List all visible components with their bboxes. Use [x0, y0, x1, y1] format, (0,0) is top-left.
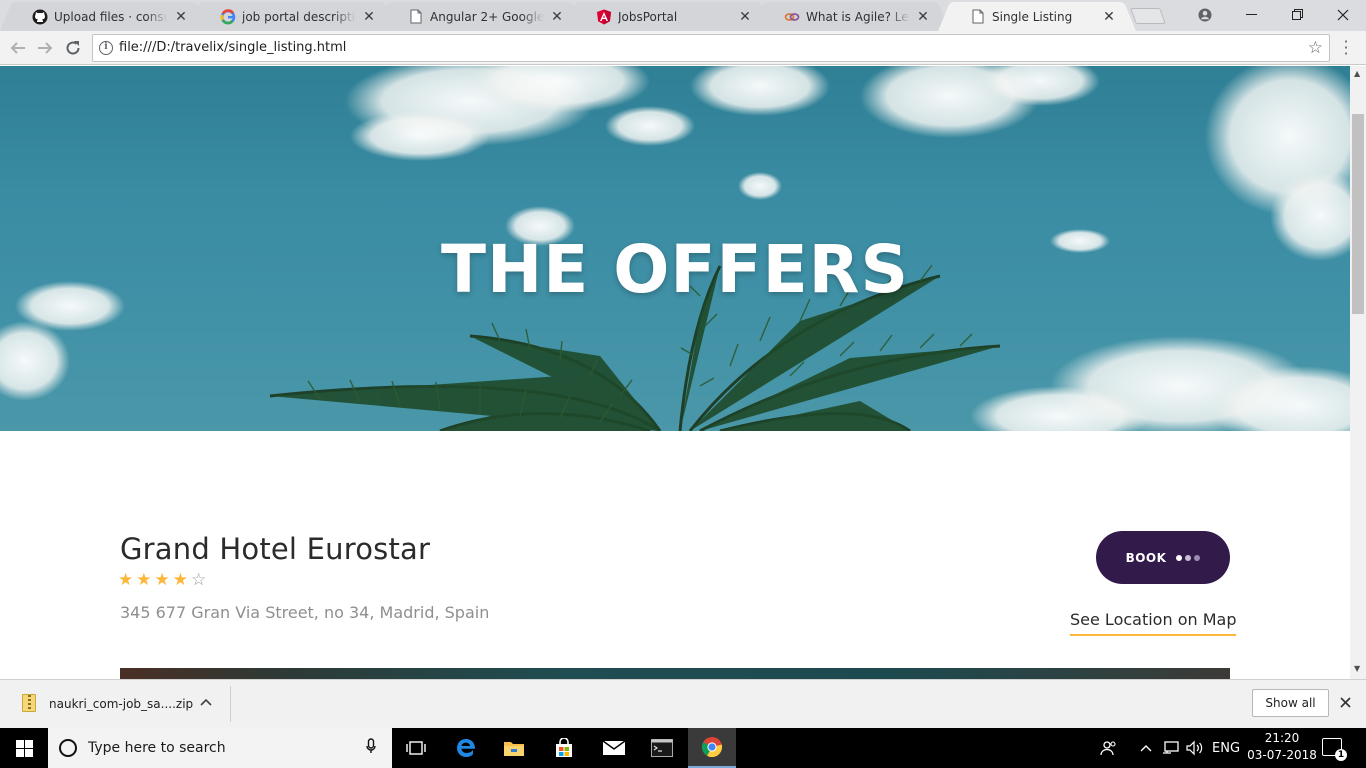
- chevron-up-icon[interactable]: [200, 694, 212, 710]
- hotel-name: Grand Hotel Eurostar: [120, 532, 431, 566]
- file-explorer-icon[interactable]: [490, 728, 538, 768]
- info-icon[interactable]: i: [99, 41, 113, 55]
- close-shelf-icon[interactable]: [1340, 693, 1351, 712]
- profile-icon[interactable]: [1182, 0, 1228, 29]
- show-all-button[interactable]: Show all: [1252, 689, 1329, 717]
- tab-close-icon[interactable]: ✕: [174, 9, 188, 25]
- angular-icon: [596, 9, 612, 25]
- google-icon: [220, 8, 236, 25]
- dots-icon: [1176, 554, 1201, 561]
- tab-strip: Upload files · consultant ✕ job portal d…: [0, 0, 1366, 31]
- link-icon: [784, 9, 800, 25]
- address-bar[interactable]: i file:///D:/travelix/single_listing.htm…: [92, 34, 1330, 62]
- search-placeholder: Type here to search: [88, 740, 226, 756]
- forward-arrow-icon[interactable]: [34, 37, 56, 59]
- tab-single-listing[interactable]: Single Listing ✕: [950, 2, 1124, 31]
- page-icon: [970, 9, 986, 25]
- language-indicator[interactable]: ENG: [1212, 728, 1240, 768]
- star-filled-icon: ★: [118, 570, 134, 590]
- tab-upload-files[interactable]: Upload files · consultant ✕: [12, 2, 196, 31]
- back-arrow-icon[interactable]: [7, 37, 29, 59]
- divider: [230, 686, 231, 722]
- hero-title: THE OFFERS: [440, 231, 910, 308]
- page-icon: [408, 9, 424, 25]
- notification-count: 1: [1335, 749, 1347, 761]
- tab-jobsportal[interactable]: JobsPortal ✕: [576, 2, 760, 31]
- people-icon[interactable]: [1100, 728, 1118, 768]
- volume-icon[interactable]: [1186, 728, 1204, 768]
- tab-title: JobsPortal: [618, 9, 678, 24]
- windows-start-icon[interactable]: [0, 728, 48, 768]
- bookmark-star-icon[interactable]: ☆: [1308, 38, 1323, 58]
- download-shelf: naukri_com-job_sa....zip Show all: [0, 679, 1366, 728]
- book-button[interactable]: BOOK: [1096, 531, 1230, 584]
- tab-agile[interactable]: What is Agile? Learn Ab ✕: [764, 2, 938, 31]
- page-viewport: THE OFFERS Grand Hotel Eurostar ★ ★ ★ ★ …: [0, 66, 1350, 679]
- scroll-up-icon[interactable]: ▲: [1354, 69, 1360, 78]
- tab-title: What is Agile? Learn Ab: [806, 9, 910, 24]
- download-file-name[interactable]: naukri_com-job_sa....zip: [49, 697, 193, 711]
- hotel-address: 345 677 Gran Via Street, no 34, Madrid, …: [120, 603, 490, 622]
- mail-icon[interactable]: [590, 728, 638, 768]
- clock-time: 21:20: [1264, 731, 1300, 745]
- cortana-icon[interactable]: [59, 739, 77, 757]
- tab-title: Upload files · consultant: [54, 9, 168, 24]
- tab-close-icon[interactable]: ✕: [738, 9, 752, 25]
- book-button-label: BOOK: [1125, 550, 1167, 565]
- reload-icon[interactable]: [62, 37, 84, 59]
- page-scrollbar[interactable]: ▲ ▼: [1350, 66, 1366, 679]
- microphone-icon[interactable]: [366, 738, 376, 758]
- tab-title: job portal description -: [242, 9, 356, 24]
- tab-close-icon[interactable]: ✕: [362, 9, 376, 25]
- menu-kebab-icon[interactable]: · · ·: [1341, 34, 1351, 62]
- tab-close-icon[interactable]: ✕: [1102, 9, 1116, 25]
- tab-close-icon[interactable]: ✕: [916, 9, 930, 25]
- star-filled-icon: ★: [154, 570, 170, 590]
- chrome-icon[interactable]: [688, 728, 736, 768]
- star-filled-icon: ★: [136, 570, 152, 590]
- taskbar-search-box[interactable]: Type here to search: [48, 728, 392, 768]
- task-view-icon[interactable]: [392, 728, 440, 768]
- notification-center-icon[interactable]: 1: [1322, 738, 1347, 761]
- scroll-thumb[interactable]: [1352, 114, 1364, 314]
- tab-title: Angular 2+ Google Map: [430, 9, 544, 24]
- star-empty-icon: ☆: [191, 570, 207, 590]
- browser-toolbar: i file:///D:/travelix/single_listing.htm…: [0, 31, 1366, 65]
- close-window-icon[interactable]: [1320, 0, 1366, 29]
- clock-date: 03-07-2018: [1247, 748, 1317, 762]
- new-tab-button[interactable]: [1130, 8, 1166, 24]
- minimize-icon[interactable]: [1228, 0, 1274, 29]
- star-filled-icon: ★: [172, 570, 188, 590]
- tab-angular-map[interactable]: Angular 2+ Google Map ✕: [388, 2, 572, 31]
- hotel-photo: [120, 668, 1230, 679]
- hero-banner: THE OFFERS: [0, 66, 1350, 431]
- restore-icon[interactable]: [1274, 0, 1320, 29]
- see-location-link[interactable]: See Location on Map: [1070, 610, 1237, 636]
- tab-close-icon[interactable]: ✕: [550, 9, 564, 25]
- command-prompt-icon[interactable]: [638, 728, 686, 768]
- clock[interactable]: 21:20 03-07-2018: [1246, 730, 1318, 764]
- scroll-down-icon[interactable]: ▼: [1354, 664, 1360, 673]
- windows-taskbar: Type here to search ENG 21:20 03-07-2018: [0, 728, 1366, 768]
- store-icon[interactable]: [540, 728, 588, 768]
- edge-browser-icon[interactable]: [442, 728, 490, 768]
- github-icon: [32, 9, 48, 25]
- zip-file-icon: [22, 694, 36, 712]
- tab-title: Single Listing: [992, 9, 1073, 24]
- url-text[interactable]: file:///D:/travelix/single_listing.html: [119, 40, 346, 55]
- network-icon[interactable]: [1162, 728, 1180, 768]
- star-rating: ★ ★ ★ ★ ☆: [118, 570, 206, 590]
- chevron-up-icon[interactable]: [1140, 728, 1152, 768]
- tab-job-portal[interactable]: job portal description - ✕: [200, 2, 384, 31]
